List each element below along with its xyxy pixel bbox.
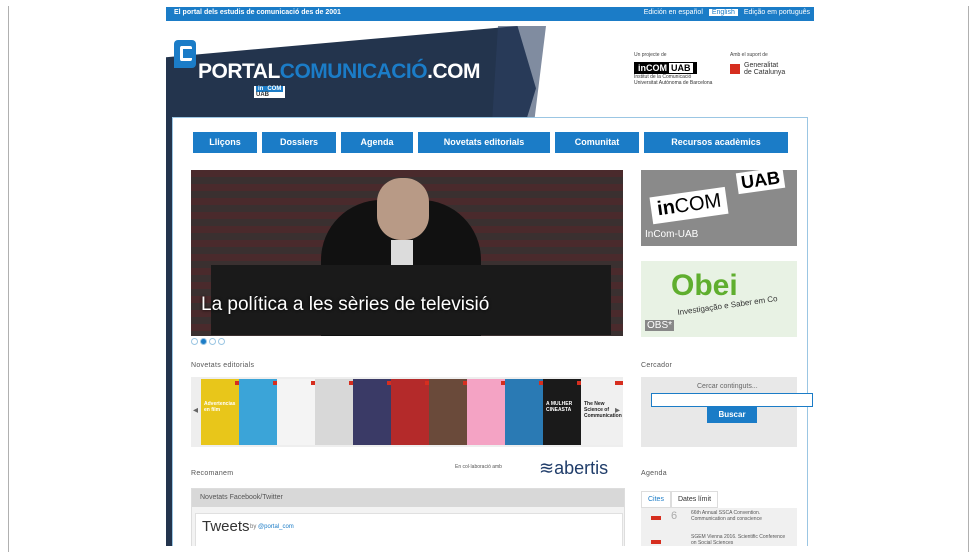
incom-logo: inCOM UAB: [634, 62, 697, 74]
slider-dot[interactable]: [191, 338, 198, 345]
carousel-next-arrow[interactable]: ▸: [615, 405, 621, 419]
flag-icon: [651, 540, 661, 544]
section-title-recomanem: Recomanem: [191, 470, 234, 477]
twitter-widget: Tweets by @portal_com: [195, 513, 623, 546]
tweets-title: Tweets: [202, 518, 250, 535]
tweets-byline: by @portal_com: [250, 524, 294, 530]
partner-generalitat[interactable]: Amb el suport de Generalitat de Catalunya: [730, 52, 785, 76]
banner-incom-logo: inCOM: [649, 186, 729, 225]
new-badge: [615, 381, 623, 385]
section-title-novetats: Novetats editorials: [191, 362, 255, 369]
collab-label: En col·laboració amb: [455, 464, 502, 470]
nav-dossiers[interactable]: Dossiers: [262, 132, 336, 153]
main-nav: Lliçons Dossiers Agenda Novetats editori…: [193, 132, 788, 153]
tab-cites[interactable]: Cites: [641, 491, 671, 508]
book-carousel: ◂ Advertencias en film A MULHER CINEASTA T…: [191, 377, 623, 447]
slider-dot[interactable]: [209, 338, 216, 345]
flag-icon: [651, 516, 661, 520]
banner-uab-logo: UAB: [735, 170, 786, 195]
generalitat-icon: [730, 64, 740, 74]
lang-english[interactable]: English: [708, 9, 738, 16]
banner-obs-logo: Obei: [671, 269, 738, 302]
banner-label: OBS*: [645, 320, 675, 331]
abertis-logo[interactable]: ≋abertis: [539, 458, 608, 479]
section-title-cercador: Cercador: [641, 362, 673, 369]
lang-portuguese[interactable]: Edição em português: [744, 9, 810, 16]
lang-spanish[interactable]: Edición en español: [644, 9, 703, 16]
top-bar: El portal dels estudis de comunicació de…: [166, 7, 814, 21]
nav-agenda[interactable]: Agenda: [341, 132, 413, 153]
carousel-prev-arrow[interactable]: ◂: [193, 405, 199, 419]
nav-recursos-academics[interactable]: Recursos acadèmics: [644, 132, 788, 153]
agenda-item[interactable]: 6 66th Annual SSCA Convention. Communica…: [641, 508, 797, 530]
search-panel: Cercar continguts... Buscar: [641, 377, 813, 447]
logo-text: PORTALCOMUNICACIÓ.COM: [198, 60, 480, 83]
agenda-item-day: 6: [671, 510, 678, 522]
social-panel: Novetats Facebook/Twitter Tweets by @por…: [191, 488, 625, 546]
logo-icon: [174, 40, 196, 68]
hero-figure-head: [377, 178, 429, 240]
search-placeholder-label: Cercar continguts...: [697, 383, 758, 390]
book-title: Advertencias en film: [204, 401, 236, 413]
slider-dot[interactable]: [218, 338, 225, 345]
agenda-list: 6 66th Annual SSCA Convention. Communica…: [641, 508, 797, 546]
agenda-item-title: 66th Annual SSCA Convention. Communicati…: [691, 510, 762, 522]
web-page: El portal dels estudis de comunicació de…: [166, 0, 814, 546]
nav-comunitat[interactable]: Comunitat: [555, 132, 639, 153]
search-button[interactable]: Buscar: [707, 407, 757, 423]
hero-caption[interactable]: La política a les sèries de televisió: [201, 294, 489, 316]
main-content: Lliçons Dossiers Agenda Novetats editori…: [172, 117, 813, 546]
nav-novetats-editorials[interactable]: Novetats editorials: [418, 132, 550, 153]
banner-obs[interactable]: Obei Investigação e Saber em Co OBS*: [641, 261, 797, 337]
nav-llicons[interactable]: Lliçons: [193, 132, 257, 153]
banner-incom-uab[interactable]: inCOM UAB InCom-UAB: [641, 170, 797, 246]
agenda-tabs: Cites Dates límit: [641, 491, 719, 508]
site-tagline: El portal dels estudis de comunicació de…: [174, 9, 341, 16]
logo-incom-badge: in COM UAB: [254, 86, 286, 98]
agenda-item-title: SGEM Vienna 2016. Scientific Conference …: [691, 534, 786, 546]
tab-dates-limit[interactable]: Dates límit: [670, 491, 719, 508]
abertis-icon: ≋: [539, 458, 555, 478]
banner-label: InCom-UAB: [645, 229, 699, 240]
agenda-item[interactable]: SGEM Vienna 2016. Scientific Conference …: [641, 532, 797, 546]
partner-incom[interactable]: Un projecte de inCOM UAB Institut de la C…: [634, 52, 712, 86]
slider-dot-active[interactable]: [200, 338, 207, 345]
section-title-agenda: Agenda: [641, 470, 667, 477]
twitter-handle-link[interactable]: @portal_com: [258, 524, 294, 530]
hero-slide[interactable]: La política a les sèries de televisió: [191, 170, 623, 336]
social-panel-header: Novetats Facebook/Twitter: [192, 489, 624, 507]
generalitat-logo: Generalitat de Catalunya: [730, 62, 785, 76]
search-input[interactable]: [651, 393, 813, 407]
slider-dots: [191, 338, 225, 345]
book-title: A MULHER CINEASTA: [546, 401, 573, 413]
language-switcher: Edición en español English Edição em por…: [644, 9, 810, 16]
